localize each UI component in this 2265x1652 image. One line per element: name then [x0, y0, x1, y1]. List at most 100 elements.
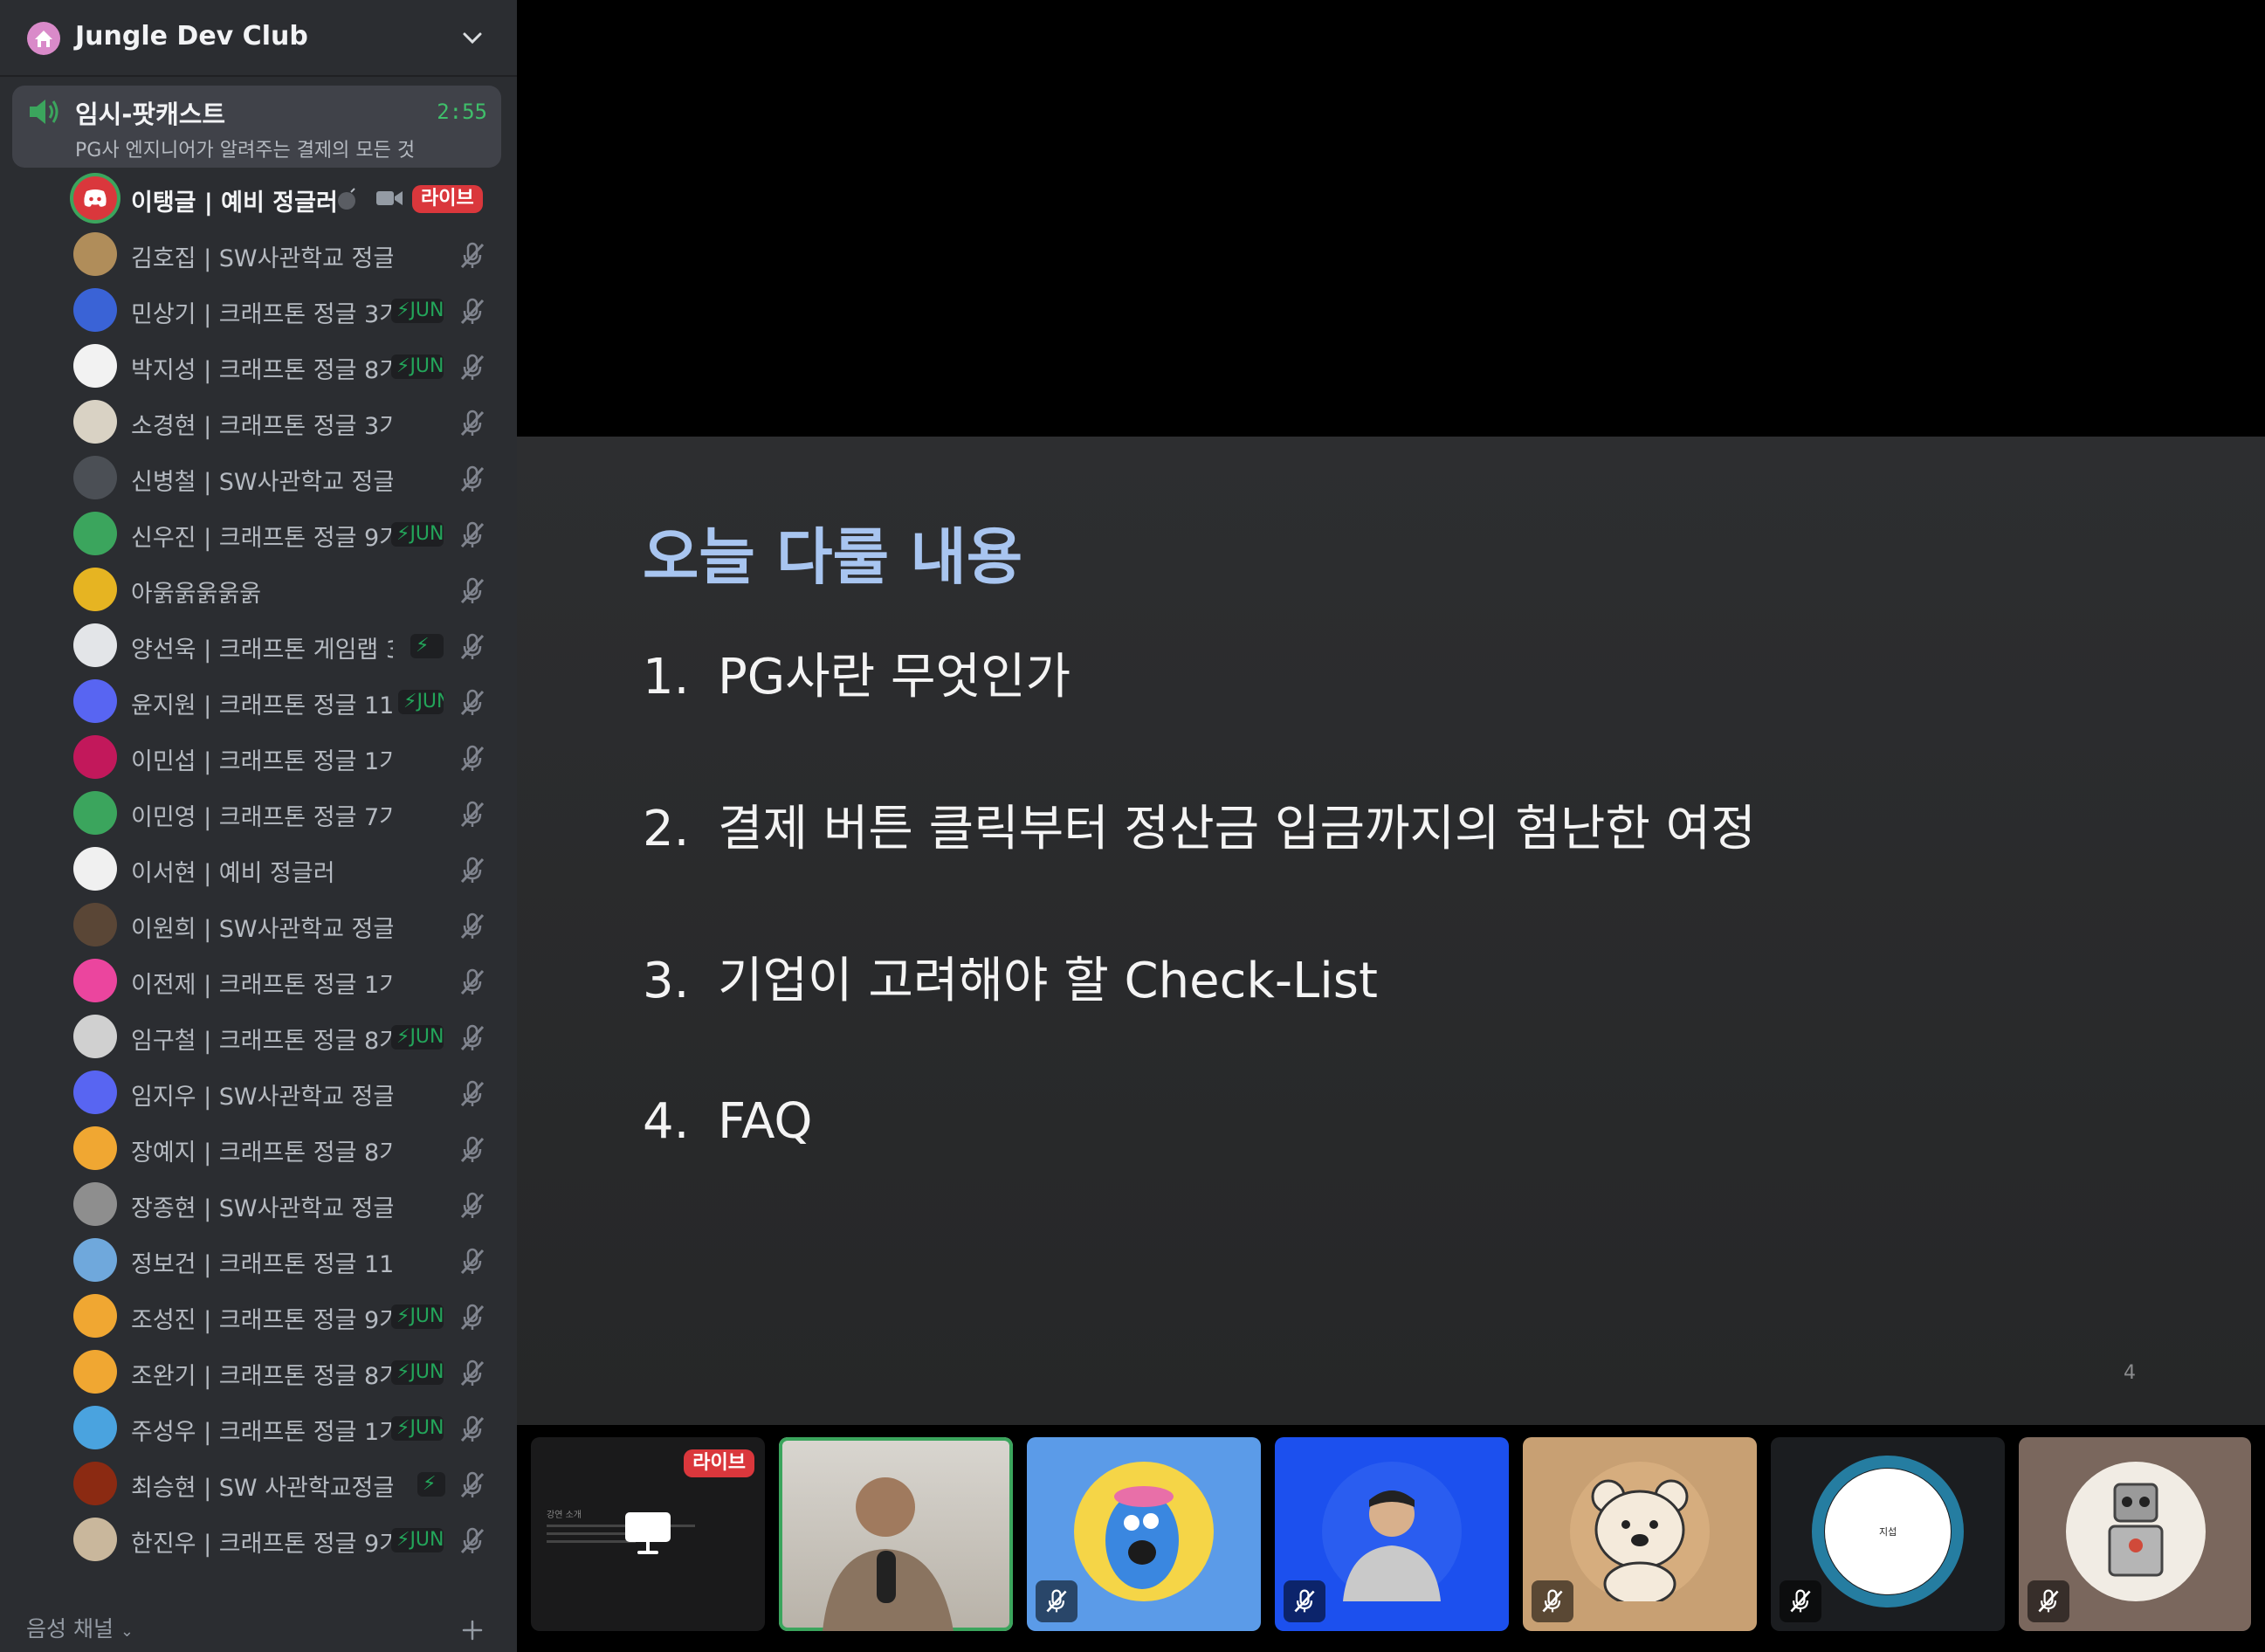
voice-member[interactable]: 주성우 | 크래프톤 정글 1기 ⚡JUN	[0, 1401, 517, 1456]
member-badge: ⚡JUN	[391, 1528, 444, 1552]
microphone-muted-icon	[460, 1527, 485, 1554]
voice-member[interactable]: 임지우 | SW사관학교 정글 5기	[0, 1065, 517, 1121]
participant-muted-indicator	[1780, 1580, 1821, 1622]
avatar	[73, 456, 117, 499]
microphone-muted-icon	[2038, 1589, 2059, 1613]
voice-member[interactable]: 윤지원 | 크래프톤 정글 11기 ⚡JUN	[0, 674, 517, 730]
member-badge: ⚡JUN	[391, 522, 444, 547]
microphone-muted-icon	[1790, 1589, 1811, 1613]
voice-member[interactable]: 임구철 | 크래프톤 정글 8기 ⚡JUN	[0, 1009, 517, 1065]
microphone-muted-icon	[460, 1192, 485, 1219]
participant-tile[interactable]: 지섭	[1771, 1437, 2005, 1631]
microphone-muted-icon	[460, 354, 485, 381]
slide-item-text: FAQ	[718, 1093, 813, 1150]
cartoon-character-icon	[1105, 1486, 1179, 1589]
voice-member[interactable]: 이원희 | SW사관학교 정글 5기	[0, 898, 517, 953]
microphone-muted-icon	[460, 410, 485, 437]
microphone-muted-icon	[460, 577, 485, 604]
avatar	[73, 1126, 117, 1170]
live-badge: 라이브	[412, 185, 483, 213]
member-name: 최승현 | SW 사관학교정글 7기	[131, 1475, 393, 1502]
avatar	[73, 959, 117, 1002]
member-name: 이민섭 | 크래프톤 정글 1기	[131, 748, 393, 775]
microphone-muted-icon	[1046, 1589, 1067, 1613]
voice-member[interactable]: 이민영 | 크래프톤 정글 7기	[0, 786, 517, 842]
speaker-video-tile[interactable]	[779, 1437, 1013, 1631]
avatar	[73, 679, 117, 723]
chevron-down-icon: ⌄	[120, 1622, 134, 1641]
voice-member[interactable]: 신우진 | 크래프톤 정글 9기 ⚡JUN	[0, 506, 517, 562]
voice-member[interactable]: 장예지 | 크래프톤 정글 8기	[0, 1121, 517, 1177]
avatar	[73, 791, 117, 835]
participant-tile[interactable]	[1027, 1437, 1261, 1631]
voice-member[interactable]: 양선욱 | 크래프톤 게임랩 3기 ⚡	[0, 618, 517, 674]
server-home-icon	[27, 22, 60, 55]
member-name: 이원희 | SW사관학교 정글 5기	[131, 916, 393, 943]
add-channel-icon[interactable]	[458, 1615, 487, 1645]
voice-member[interactable]: 이전제 | 크래프톤 정글 1기	[0, 953, 517, 1009]
member-name: 조완기 | 크래프톤 정글 8기	[131, 1363, 393, 1390]
speaker-icon	[30, 100, 59, 124]
channel-sidebar: Jungle Dev Club 임시-팟캐스트 2:55 PG사 엔지니어가 알…	[0, 0, 517, 1652]
microphone-muted-icon	[1542, 1589, 1563, 1613]
microphone-muted-icon	[460, 912, 485, 940]
member-badge: ⚡JUN	[398, 690, 444, 714]
member-name: 한진우 | 크래프톤 정글 9기	[131, 1531, 393, 1558]
voice-member[interactable]: 조성진 | 크래프톤 정글 9기 ⚡JUN	[0, 1289, 517, 1345]
voice-member[interactable]: 장종현 | SW사관학교 정글 7기	[0, 1177, 517, 1233]
robot-character-icon	[2066, 1462, 2206, 1601]
member-badge: ⚡	[417, 1472, 445, 1497]
avatar	[73, 735, 117, 779]
avatar	[73, 344, 117, 388]
participant-tiles: 강연 소개 라이브 지섭	[517, 1425, 2265, 1652]
participant-tile[interactable]	[2019, 1437, 2251, 1631]
voice-member[interactable]: 최승현 | SW 사관학교정글 7기 ⚡	[0, 1456, 517, 1512]
voice-member[interactable]: 정보건 | 크래프톤 정글 11기	[0, 1233, 517, 1289]
voice-member[interactable]: 아욹욹욹욹욹	[0, 562, 517, 618]
voice-member[interactable]: 민상기 | 크래프톤 정글 3기 ⚡JUN	[0, 283, 517, 339]
slide-list-item: 4. FAQ	[643, 1093, 812, 1150]
voice-member[interactable]: 소경현 | 크래프톤 정글 3기	[0, 395, 517, 451]
person-photo-icon	[1322, 1462, 1462, 1601]
live-badge: 라이브	[684, 1449, 754, 1477]
voice-member[interactable]: 조완기 | 크래프톤 정글 8기 ⚡JUN	[0, 1345, 517, 1401]
microphone-muted-icon	[460, 1359, 485, 1387]
stream-preview-tile[interactable]: 강연 소개 라이브	[531, 1437, 765, 1631]
voice-member[interactable]: 한진우 | 크래프톤 정글 9기 ⚡JUN	[0, 1512, 517, 1568]
voice-channel-active[interactable]: 임시-팟캐스트 2:55 PG사 엔지니어가 알려주는 결제의 모든 것	[12, 86, 501, 168]
member-badge: ⚡JUN	[391, 299, 444, 323]
participant-tile[interactable]	[1275, 1437, 1509, 1631]
avatar	[73, 1015, 117, 1058]
avatar	[73, 1406, 117, 1449]
avatar	[73, 176, 117, 220]
voice-member[interactable]: 신병철 | SW사관학교 정글 7기	[0, 451, 517, 506]
microphone-muted-icon	[460, 689, 485, 716]
voice-member[interactable]: 박지성 | 크래프톤 정글 8기 ⚡JUN	[0, 339, 517, 395]
participant-muted-indicator	[1532, 1580, 1573, 1622]
stream-thumb-title: 강연 소개	[547, 1511, 582, 1520]
member-name: 조성진 | 크래프톤 정글 9기	[131, 1307, 393, 1334]
member-name: 양선욱 | 크래프톤 게임랩 3기	[131, 637, 393, 664]
server-header[interactable]: Jungle Dev Club	[0, 0, 517, 77]
voice-channels-category[interactable]: 음성 채널 ⌄	[26, 1612, 134, 1643]
avatar	[73, 1070, 117, 1114]
microphone-muted-icon	[460, 745, 485, 772]
avatar	[73, 1182, 117, 1226]
participant-tile[interactable]	[1523, 1437, 1757, 1631]
member-name: 이탱글 | 예비 정글러	[131, 189, 338, 217]
voice-member[interactable]: 이탱글 | 예비 정글러 라이브	[0, 171, 517, 227]
slide-list-item: 1. PG사란 무엇인가	[643, 637, 1071, 708]
voice-member[interactable]: 이서현 | 예비 정글러	[0, 842, 517, 898]
chevron-down-icon[interactable]	[459, 26, 485, 51]
avatar	[73, 1238, 117, 1282]
avatar	[73, 623, 117, 667]
member-badge: ⚡JUN	[391, 1360, 444, 1385]
avatar	[73, 903, 117, 946]
member-name: 이서현 | 예비 정글러	[131, 860, 335, 887]
voice-member[interactable]: 이민섭 | 크래프톤 정글 1기	[0, 730, 517, 786]
avatar	[73, 1294, 117, 1338]
shared-screen-slide: 오늘 다룰 내용 1. PG사란 무엇인가 2. 결제 버튼 클릭부터 정산금 입금…	[517, 437, 2265, 1425]
voice-member[interactable]: 김호집 | SW사관학교 정글 7기	[0, 227, 517, 283]
channel-elapsed-time: 2:55	[437, 100, 487, 124]
member-name: 아욹욹욹욹욹	[131, 581, 262, 608]
